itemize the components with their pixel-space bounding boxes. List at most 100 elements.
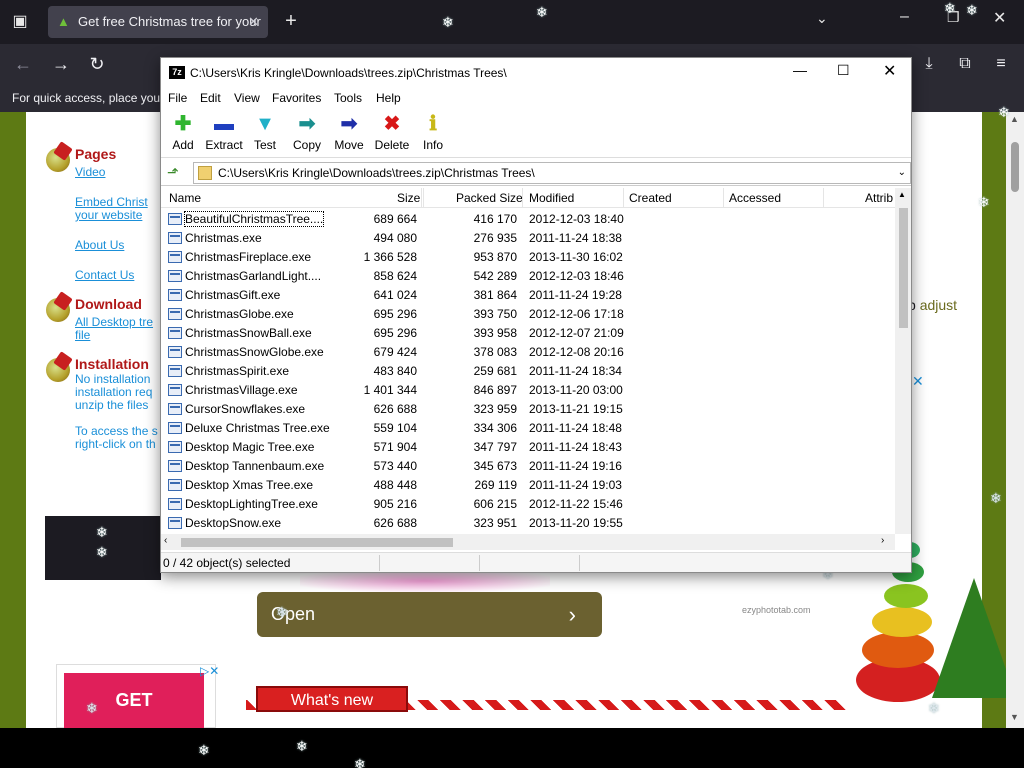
- page-scrollbar-thumb[interactable]: [1011, 142, 1019, 192]
- extract-button[interactable]: ▬ Extract: [202, 112, 246, 156]
- file-modified: 2012-12-07 21:09: [529, 326, 624, 340]
- scroll-up-icon[interactable]: ▲: [1010, 114, 1019, 124]
- scroll-up-icon[interactable]: ▲: [898, 190, 906, 199]
- file-row[interactable]: ChristmasSnowBall.exe 695 296 393 958 2012-…: [161, 324, 895, 343]
- file-row[interactable]: Desktop Tannenbaum.exe 573 440 345 673 2011…: [161, 457, 895, 476]
- contact-us-link[interactable]: Contact Us: [75, 269, 134, 282]
- file-row[interactable]: BeautifulChristmasTree.... 689 664 416 170…: [161, 210, 895, 229]
- page-scrollbar[interactable]: ▲ ▼: [1006, 112, 1024, 728]
- back-arrow-icon[interactable]: ←: [10, 52, 36, 76]
- scroll-down-icon[interactable]: ▼: [1010, 712, 1019, 722]
- ad-close-icon[interactable]: ✕: [912, 373, 924, 390]
- menu-tools[interactable]: Tools: [334, 91, 362, 105]
- video-link[interactable]: Video: [75, 166, 105, 179]
- scroll-left-icon[interactable]: ‹: [164, 535, 167, 546]
- file-list-vscroll[interactable]: ▲: [895, 188, 911, 534]
- file-row[interactable]: ChristmasGarlandLight.... 858 624 542 289 2…: [161, 267, 895, 286]
- file-row[interactable]: DesktopSnow.exe 626 688 323 951 2013-11-20 …: [161, 514, 895, 533]
- download-icon[interactable]: ⤓: [916, 52, 942, 76]
- new-tab-button[interactable]: +: [280, 9, 302, 33]
- file-name: DesktopLightingTree.exe: [185, 497, 318, 511]
- move-button[interactable]: ➡ Move: [327, 112, 371, 156]
- ad-choices-icon[interactable]: ▷✕: [200, 664, 219, 678]
- add-button[interactable]: ✚ Add: [161, 112, 205, 156]
- browser-close-button[interactable]: ✕: [993, 8, 1006, 28]
- path-combobox[interactable]: C:\Users\Kris Kringle\Downloads\trees.zi…: [193, 162, 911, 184]
- col-size[interactable]: Size: [397, 191, 420, 205]
- col-divider[interactable]: [423, 188, 424, 208]
- col-divider[interactable]: [723, 188, 724, 208]
- chevron-down-icon[interactable]: ⌄: [898, 163, 906, 183]
- file-row[interactable]: ChristmasFireplace.exe 1 366 528 953 870 20…: [161, 248, 895, 267]
- col-created[interactable]: Created: [629, 191, 672, 205]
- exe-file-icon: [168, 346, 182, 358]
- file-name: ChristmasGarlandLight....: [185, 269, 322, 283]
- delete-button[interactable]: ✖ Delete: [370, 112, 414, 156]
- test-button[interactable]: ▼ Test: [243, 112, 287, 156]
- file-row[interactable]: Desktop Magic Tree.exe 571 904 347 797 2011…: [161, 438, 895, 457]
- menu-view[interactable]: View: [234, 91, 260, 105]
- 7zip-status-bar: 0 / 42 object(s) selected: [161, 552, 911, 572]
- hscroll-thumb[interactable]: [181, 538, 453, 547]
- about-us-link[interactable]: About Us: [75, 239, 124, 252]
- file-row[interactable]: ChristmasGift.exe 641 024 381 864 2011-11-2…: [161, 286, 895, 305]
- extensions-icon[interactable]: ⧉: [952, 52, 978, 76]
- forward-arrow-icon[interactable]: →: [48, 52, 74, 76]
- tab-close-icon[interactable]: ✕: [248, 6, 262, 38]
- file-list-hscroll[interactable]: ‹ ›: [161, 534, 895, 550]
- file-row[interactable]: Desktop Xmas Tree.exe 488 448 269 119 2011-…: [161, 476, 895, 495]
- 7zip-maximize-button[interactable]: ☐: [837, 62, 850, 79]
- menu-help[interactable]: Help: [376, 91, 401, 105]
- file-packed-size: 334 306: [473, 421, 517, 435]
- file-packed-size: 323 951: [473, 516, 517, 530]
- add-icon: ✚: [174, 113, 192, 135]
- col-attrib[interactable]: Attrib: [865, 191, 893, 205]
- file-row[interactable]: ChristmasVillage.exe 1 401 344 846 897 2013…: [161, 381, 895, 400]
- scroll-right-icon[interactable]: ›: [881, 535, 884, 546]
- whats-new-banner[interactable]: What's new: [256, 686, 408, 712]
- menu-favorites[interactable]: Favorites: [272, 91, 321, 105]
- col-divider[interactable]: [623, 188, 624, 208]
- menu-edit[interactable]: Edit: [200, 91, 221, 105]
- file-modified: 2011-11-24 19:03: [529, 478, 622, 492]
- hamburger-menu-icon[interactable]: ≡: [988, 52, 1014, 76]
- file-row[interactable]: DesktopLightingTree.exe 905 216 606 215 201…: [161, 495, 895, 514]
- file-row[interactable]: ChristmasSnowGlobe.exe 679 424 378 083 2012…: [161, 343, 895, 362]
- tab-list-icon[interactable]: ▣: [8, 11, 32, 33]
- browser-tab[interactable]: ▲ Get free Christmas tree for your ✕: [48, 6, 268, 38]
- desktop-trees-link-line2[interactable]: file: [75, 329, 90, 342]
- file-row[interactable]: Deluxe Christmas Tree.exe 559 104 334 306 2…: [161, 419, 895, 438]
- vscroll-thumb[interactable]: [899, 208, 908, 328]
- file-row[interactable]: ChristmasSpirit.exe 483 840 259 681 2011-11…: [161, 362, 895, 381]
- file-row[interactable]: ChristmasGlobe.exe 695 296 393 750 2012-12-…: [161, 305, 895, 324]
- file-size: 559 104: [373, 421, 417, 435]
- embed-link-line2[interactable]: your website: [75, 209, 142, 222]
- 7zip-title-bar[interactable]: 7z C:\Users\Kris Kringle\Downloads\trees…: [161, 58, 911, 88]
- browser-minimize-button[interactable]: –: [900, 8, 909, 26]
- col-divider[interactable]: [522, 188, 523, 208]
- copy-button[interactable]: ➡ Copy: [285, 112, 329, 156]
- col-divider[interactable]: [823, 188, 824, 208]
- test-icon: ▼: [255, 113, 275, 135]
- file-packed-size: 953 870: [473, 250, 517, 264]
- col-packed-size[interactable]: Packed Size: [456, 191, 523, 205]
- copy-icon: ➡: [298, 113, 316, 135]
- pages-heading: Pages: [75, 146, 117, 162]
- 7zip-minimize-button[interactable]: —: [793, 62, 807, 78]
- menu-file[interactable]: File: [168, 91, 187, 105]
- get-templates-ad-button[interactable]: GET TEMPLATES: [64, 673, 204, 765]
- file-row[interactable]: CursorSnowflakes.exe 626 688 323 959 2013-1…: [161, 400, 895, 419]
- col-accessed[interactable]: Accessed: [729, 191, 781, 205]
- col-divider[interactable]: [421, 188, 422, 208]
- open-button[interactable]: Open ›: [257, 592, 602, 637]
- snowflake-icon: ❄: [978, 194, 990, 210]
- file-modified: 2012-12-06 17:18: [529, 307, 624, 321]
- chevron-down-icon[interactable]: ⌄: [816, 10, 828, 27]
- col-modified[interactable]: Modified: [529, 191, 574, 205]
- info-button[interactable]: ℹ Info: [411, 112, 455, 156]
- folder-up-icon[interactable]: ⬏: [167, 164, 179, 181]
- reload-icon[interactable]: ↻: [84, 52, 110, 76]
- col-name[interactable]: Name: [169, 191, 201, 205]
- 7zip-close-button[interactable]: ✕: [883, 61, 896, 81]
- file-row[interactable]: Christmas.exe 494 080 276 935 2011-11-24 18…: [161, 229, 895, 248]
